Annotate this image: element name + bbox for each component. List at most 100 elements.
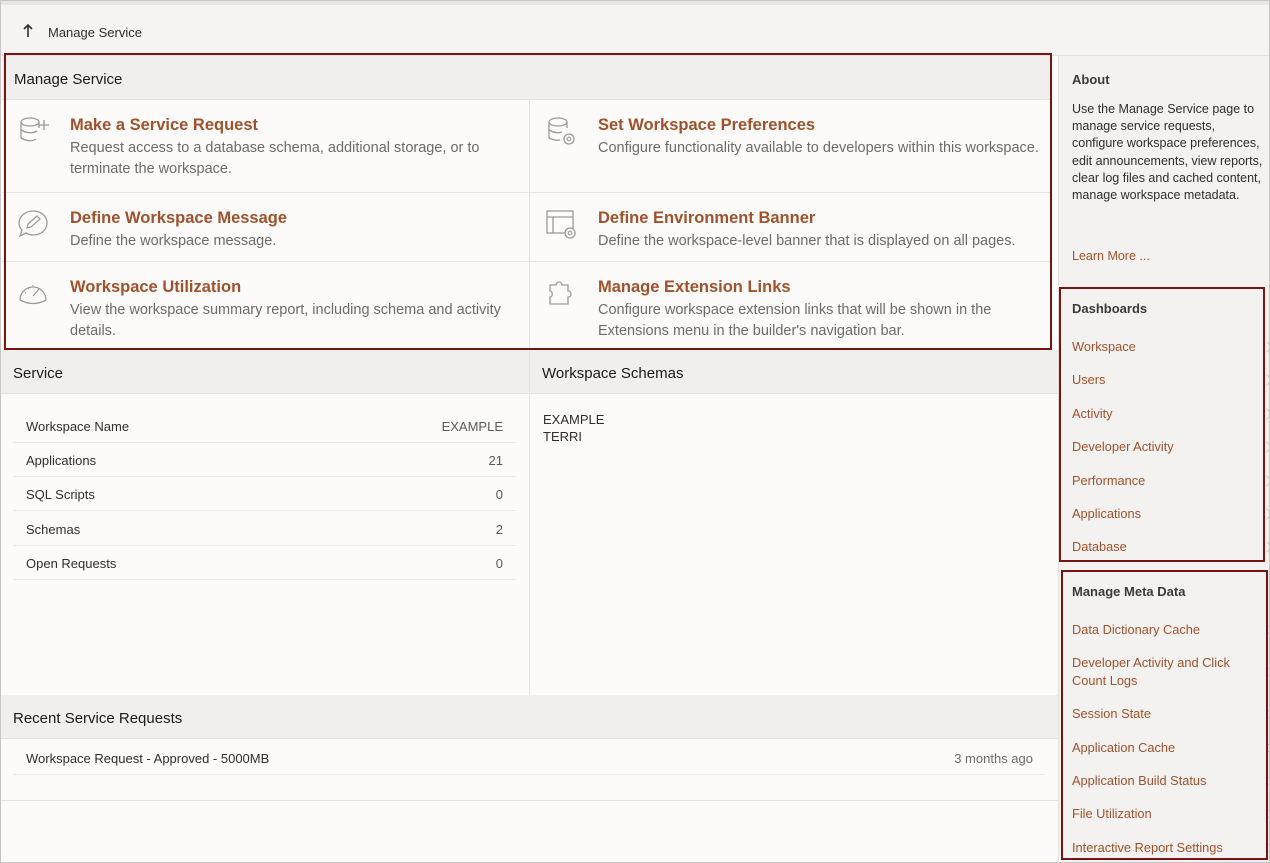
card-manage-extension-links[interactable]: Manage Extension Links Configure workspa…	[530, 262, 1058, 350]
card-description: Configure functionality available to dev…	[598, 140, 1039, 156]
sidebar-item-label[interactable]: Application Cache	[1072, 740, 1175, 755]
banner-settings-icon	[546, 210, 576, 239]
sidebar-item-label[interactable]: Database	[1072, 539, 1127, 554]
sidebar-item-label[interactable]: Performance	[1072, 473, 1145, 488]
row-value: 0	[495, 556, 503, 571]
row-label: Applications	[26, 453, 97, 468]
recent-requests-title: Recent Service Requests	[1, 695, 1058, 739]
sidebar-item-file-utilization[interactable]: File Utilization	[1072, 805, 1270, 823]
sidebar-item-label[interactable]: Users	[1072, 372, 1105, 387]
request-time: 3 months ago	[954, 751, 1033, 766]
sidebar-item-database[interactable]: Database	[1072, 538, 1270, 556]
request-label[interactable]: Workspace Request - Approved - 5000MB	[26, 751, 269, 766]
chevron-right-icon	[1261, 808, 1270, 820]
card-description: Define the workspace message.	[70, 233, 277, 249]
sidebar-item-data-dictionary-cache[interactable]: Data Dictionary Cache	[1072, 621, 1270, 639]
sidebar-item-label[interactable]: File Utilization	[1072, 806, 1152, 821]
sidebar-item-label[interactable]: Application Build Status	[1072, 773, 1206, 788]
sidebar-item-users[interactable]: Users	[1072, 371, 1270, 389]
table-row[interactable]: Workspace Request - Approved - 5000MB 3 …	[13, 740, 1045, 775]
chevron-right-icon	[1261, 408, 1270, 420]
manage-service-title: Manage Service	[2, 56, 1051, 100]
card-make-service-request[interactable]: Make a Service Request Request access to…	[2, 100, 530, 192]
schema-list: EXAMPLE TERRI	[543, 411, 604, 445]
divider	[529, 350, 530, 695]
sidebar-item-label[interactable]: Session State	[1072, 706, 1151, 721]
card-set-workspace-preferences[interactable]: Set Workspace Preferences Configure func…	[530, 100, 1058, 192]
sidebar-item-application-build-status[interactable]: Application Build Status	[1072, 772, 1270, 790]
chevron-right-icon	[1261, 541, 1270, 553]
learn-more-link[interactable]: Learn More ...	[1072, 249, 1150, 263]
message-edit-icon	[18, 210, 48, 238]
row-value: 2	[495, 522, 503, 537]
sidebar-item-label[interactable]: Developer Activity and Click Count Logs	[1072, 655, 1230, 688]
breadcrumb-bar: Manage Service	[1, 1, 1269, 56]
sidebar-item-interactive-report-settings[interactable]: Interactive Report Settings	[1072, 839, 1270, 857]
chevron-right-icon	[1261, 475, 1270, 487]
row-label: Open Requests	[26, 556, 117, 571]
chevron-right-icon	[1261, 666, 1270, 678]
arrow-up-icon[interactable]	[21, 23, 35, 39]
card-define-workspace-message[interactable]: Define Workspace Message Define the work…	[2, 193, 530, 261]
sidebar-item-label[interactable]: Activity	[1072, 406, 1113, 421]
sidebar-item-label[interactable]: Interactive Report Settings	[1072, 840, 1223, 855]
sidebar-item-performance[interactable]: Performance	[1072, 472, 1270, 490]
puzzle-icon	[549, 281, 572, 305]
chevron-right-icon	[1261, 374, 1270, 386]
chevron-right-icon	[1261, 775, 1270, 787]
sidebar-item-session-state[interactable]: Session State	[1072, 705, 1270, 723]
card-description: Request access to a database schema, add…	[70, 140, 480, 177]
sidebar-item-developer-activity[interactable]: Developer Activity	[1072, 438, 1270, 456]
sidebar-item-developer-activity-logs[interactable]: Developer Activity and Click Count Logs	[1072, 654, 1270, 690]
card-define-environment-banner[interactable]: Define Environment Banner Define the wor…	[530, 193, 1058, 261]
row-value: EXAMPLE	[441, 419, 503, 434]
chevron-right-icon	[1261, 842, 1270, 854]
card-description: Configure workspace extension links that…	[598, 302, 992, 339]
divider	[1, 800, 1058, 801]
service-row-open-requests: Open Requests 0	[13, 546, 516, 580]
card-title[interactable]: Make a Service Request	[70, 116, 258, 135]
service-row-schemas: Schemas 2	[13, 512, 516, 546]
sidebar-item-activity[interactable]: Activity	[1072, 405, 1270, 423]
row-label: SQL Scripts	[26, 487, 95, 502]
row-label: Workspace Name	[26, 419, 130, 434]
sidebar-item-label[interactable]: Data Dictionary Cache	[1072, 622, 1200, 637]
database-add-icon	[20, 117, 49, 142]
sidebar-item-workspace[interactable]: Workspace	[1072, 338, 1270, 356]
row-value: 0	[495, 487, 503, 502]
card-description: Define the workspace-level banner that i…	[598, 233, 1016, 249]
schema-item: EXAMPLE	[543, 412, 605, 427]
service-row-workspace-name: Workspace Name EXAMPLE	[13, 409, 516, 443]
chevron-right-icon	[1261, 708, 1270, 720]
workspace-schemas-title: Workspace Schemas	[530, 350, 1058, 394]
card-workspace-utilization[interactable]: Workspace Utilization View the workspace…	[2, 262, 530, 350]
dashboards-title: Dashboards	[1072, 301, 1148, 316]
chevron-right-icon	[1261, 624, 1270, 636]
sidebar-item-application-cache[interactable]: Application Cache	[1072, 739, 1270, 757]
about-title: About	[1072, 72, 1110, 87]
service-row-sql-scripts: SQL Scripts 0	[13, 477, 516, 511]
chevron-right-icon	[1261, 742, 1270, 754]
chevron-right-icon	[1261, 508, 1270, 520]
database-settings-icon	[548, 117, 575, 145]
sidebar-item-applications[interactable]: Applications	[1072, 505, 1270, 523]
card-title[interactable]: Define Workspace Message	[70, 209, 287, 228]
row-value: 21	[488, 453, 503, 468]
card-title[interactable]: Set Workspace Preferences	[598, 116, 815, 135]
sidebar-item-label[interactable]: Applications	[1072, 506, 1141, 521]
about-text: Use the Manage Service page to manage se…	[1072, 102, 1263, 203]
card-description: View the workspace summary report, inclu…	[70, 302, 501, 339]
main-content: Manage Service Make a Service Request Re…	[1, 56, 1058, 862]
sidebar-item-label[interactable]: Workspace	[1072, 339, 1136, 354]
breadcrumb[interactable]: Manage Service	[48, 25, 142, 40]
card-title[interactable]: Workspace Utilization	[70, 278, 241, 297]
service-row-applications: Applications 21	[13, 443, 516, 477]
chevron-right-icon	[1261, 441, 1270, 453]
service-title: Service	[1, 350, 529, 394]
chevron-right-icon	[1261, 341, 1270, 353]
card-title[interactable]: Define Environment Banner	[598, 209, 815, 228]
divider	[529, 100, 530, 350]
card-title[interactable]: Manage Extension Links	[598, 278, 791, 297]
metadata-title: Manage Meta Data	[1072, 584, 1186, 599]
sidebar-item-label[interactable]: Developer Activity	[1072, 439, 1174, 454]
